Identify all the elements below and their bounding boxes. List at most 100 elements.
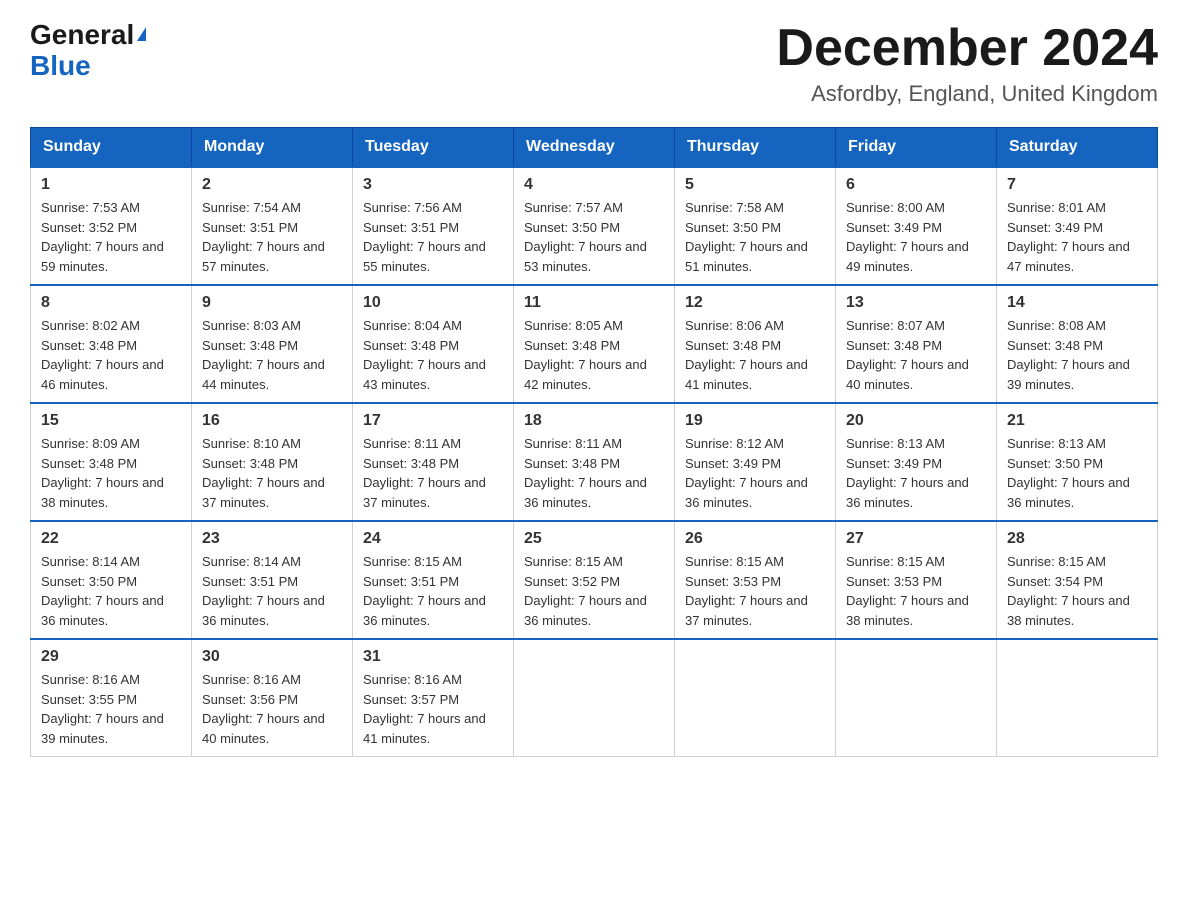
sunrise-label: Sunrise: 8:02 AM [41, 318, 140, 333]
day-info: Sunrise: 8:11 AM Sunset: 3:48 PM Dayligh… [363, 434, 503, 512]
calendar-cell: 1 Sunrise: 7:53 AM Sunset: 3:52 PM Dayli… [31, 167, 192, 285]
sunrise-label: Sunrise: 8:13 AM [1007, 436, 1106, 451]
daylight-label: Daylight: 7 hours and 36 minutes. [363, 593, 486, 628]
day-number: 15 [41, 412, 181, 430]
day-number: 20 [846, 412, 986, 430]
daylight-label: Daylight: 7 hours and 51 minutes. [685, 239, 808, 274]
daylight-label: Daylight: 7 hours and 37 minutes. [685, 593, 808, 628]
sunrise-label: Sunrise: 8:08 AM [1007, 318, 1106, 333]
logo-triangle-icon [137, 27, 146, 41]
sunrise-label: Sunrise: 8:05 AM [524, 318, 623, 333]
calendar-cell [675, 639, 836, 757]
calendar-header-sunday: Sunday [31, 128, 192, 168]
sunset-label: Sunset: 3:49 PM [846, 456, 942, 471]
day-info: Sunrise: 8:16 AM Sunset: 3:55 PM Dayligh… [41, 670, 181, 748]
day-info: Sunrise: 7:54 AM Sunset: 3:51 PM Dayligh… [202, 198, 342, 276]
day-number: 24 [363, 530, 503, 548]
calendar-cell: 13 Sunrise: 8:07 AM Sunset: 3:48 PM Dayl… [836, 285, 997, 403]
day-number: 26 [685, 530, 825, 548]
sunset-label: Sunset: 3:48 PM [41, 456, 137, 471]
day-number: 25 [524, 530, 664, 548]
sunset-label: Sunset: 3:51 PM [363, 220, 459, 235]
day-info: Sunrise: 8:00 AM Sunset: 3:49 PM Dayligh… [846, 198, 986, 276]
sunset-label: Sunset: 3:49 PM [1007, 220, 1103, 235]
calendar-header-tuesday: Tuesday [353, 128, 514, 168]
logo-blue: Blue [30, 50, 91, 81]
day-info: Sunrise: 8:13 AM Sunset: 3:50 PM Dayligh… [1007, 434, 1147, 512]
sunrise-label: Sunrise: 8:14 AM [41, 554, 140, 569]
calendar-cell: 26 Sunrise: 8:15 AM Sunset: 3:53 PM Dayl… [675, 521, 836, 639]
daylight-label: Daylight: 7 hours and 44 minutes. [202, 357, 325, 392]
day-info: Sunrise: 8:03 AM Sunset: 3:48 PM Dayligh… [202, 316, 342, 394]
day-number: 8 [41, 294, 181, 312]
daylight-label: Daylight: 7 hours and 39 minutes. [41, 711, 164, 746]
sunset-label: Sunset: 3:49 PM [685, 456, 781, 471]
daylight-label: Daylight: 7 hours and 36 minutes. [1007, 475, 1130, 510]
calendar-cell: 15 Sunrise: 8:09 AM Sunset: 3:48 PM Dayl… [31, 403, 192, 521]
logo-general: General [30, 20, 134, 51]
sunrise-label: Sunrise: 8:11 AM [524, 436, 622, 451]
calendar-week-row: 22 Sunrise: 8:14 AM Sunset: 3:50 PM Dayl… [31, 521, 1158, 639]
day-info: Sunrise: 8:05 AM Sunset: 3:48 PM Dayligh… [524, 316, 664, 394]
day-info: Sunrise: 8:01 AM Sunset: 3:49 PM Dayligh… [1007, 198, 1147, 276]
day-info: Sunrise: 7:58 AM Sunset: 3:50 PM Dayligh… [685, 198, 825, 276]
sunrise-label: Sunrise: 7:54 AM [202, 200, 301, 215]
sunset-label: Sunset: 3:53 PM [685, 574, 781, 589]
day-info: Sunrise: 8:12 AM Sunset: 3:49 PM Dayligh… [685, 434, 825, 512]
day-number: 17 [363, 412, 503, 430]
day-info: Sunrise: 8:10 AM Sunset: 3:48 PM Dayligh… [202, 434, 342, 512]
day-number: 2 [202, 176, 342, 194]
day-number: 7 [1007, 176, 1147, 194]
calendar-cell: 24 Sunrise: 8:15 AM Sunset: 3:51 PM Dayl… [353, 521, 514, 639]
day-number: 27 [846, 530, 986, 548]
sunset-label: Sunset: 3:50 PM [524, 220, 620, 235]
calendar-cell: 5 Sunrise: 7:58 AM Sunset: 3:50 PM Dayli… [675, 167, 836, 285]
day-info: Sunrise: 8:14 AM Sunset: 3:51 PM Dayligh… [202, 552, 342, 630]
calendar-cell: 11 Sunrise: 8:05 AM Sunset: 3:48 PM Dayl… [514, 285, 675, 403]
daylight-label: Daylight: 7 hours and 38 minutes. [1007, 593, 1130, 628]
sunrise-label: Sunrise: 8:12 AM [685, 436, 784, 451]
daylight-label: Daylight: 7 hours and 41 minutes. [685, 357, 808, 392]
day-number: 22 [41, 530, 181, 548]
calendar-header-wednesday: Wednesday [514, 128, 675, 168]
daylight-label: Daylight: 7 hours and 53 minutes. [524, 239, 647, 274]
sunset-label: Sunset: 3:50 PM [685, 220, 781, 235]
day-number: 9 [202, 294, 342, 312]
day-info: Sunrise: 8:06 AM Sunset: 3:48 PM Dayligh… [685, 316, 825, 394]
calendar-header-friday: Friday [836, 128, 997, 168]
day-info: Sunrise: 8:15 AM Sunset: 3:51 PM Dayligh… [363, 552, 503, 630]
day-info: Sunrise: 8:13 AM Sunset: 3:49 PM Dayligh… [846, 434, 986, 512]
daylight-label: Daylight: 7 hours and 40 minutes. [202, 711, 325, 746]
sunrise-label: Sunrise: 8:16 AM [202, 672, 301, 687]
calendar-cell: 17 Sunrise: 8:11 AM Sunset: 3:48 PM Dayl… [353, 403, 514, 521]
logo: General Blue [30, 20, 146, 82]
calendar-cell: 18 Sunrise: 8:11 AM Sunset: 3:48 PM Dayl… [514, 403, 675, 521]
sunrise-label: Sunrise: 8:15 AM [846, 554, 945, 569]
sunrise-label: Sunrise: 7:58 AM [685, 200, 784, 215]
sunset-label: Sunset: 3:48 PM [41, 338, 137, 353]
daylight-label: Daylight: 7 hours and 37 minutes. [202, 475, 325, 510]
day-number: 1 [41, 176, 181, 194]
day-info: Sunrise: 8:11 AM Sunset: 3:48 PM Dayligh… [524, 434, 664, 512]
calendar-cell [997, 639, 1158, 757]
sunrise-label: Sunrise: 8:16 AM [363, 672, 462, 687]
sunset-label: Sunset: 3:50 PM [1007, 456, 1103, 471]
sunset-label: Sunset: 3:51 PM [202, 574, 298, 589]
calendar-cell: 7 Sunrise: 8:01 AM Sunset: 3:49 PM Dayli… [997, 167, 1158, 285]
sunrise-label: Sunrise: 8:01 AM [1007, 200, 1106, 215]
sunset-label: Sunset: 3:56 PM [202, 692, 298, 707]
sunset-label: Sunset: 3:57 PM [363, 692, 459, 707]
calendar-cell: 21 Sunrise: 8:13 AM Sunset: 3:50 PM Dayl… [997, 403, 1158, 521]
sunrise-label: Sunrise: 8:06 AM [685, 318, 784, 333]
daylight-label: Daylight: 7 hours and 41 minutes. [363, 711, 486, 746]
calendar-cell [836, 639, 997, 757]
calendar-cell: 8 Sunrise: 8:02 AM Sunset: 3:48 PM Dayli… [31, 285, 192, 403]
day-info: Sunrise: 8:02 AM Sunset: 3:48 PM Dayligh… [41, 316, 181, 394]
calendar-cell: 4 Sunrise: 7:57 AM Sunset: 3:50 PM Dayli… [514, 167, 675, 285]
sunrise-label: Sunrise: 8:10 AM [202, 436, 301, 451]
day-info: Sunrise: 8:16 AM Sunset: 3:56 PM Dayligh… [202, 670, 342, 748]
daylight-label: Daylight: 7 hours and 36 minutes. [202, 593, 325, 628]
day-number: 19 [685, 412, 825, 430]
sunset-label: Sunset: 3:51 PM [363, 574, 459, 589]
day-number: 30 [202, 648, 342, 666]
